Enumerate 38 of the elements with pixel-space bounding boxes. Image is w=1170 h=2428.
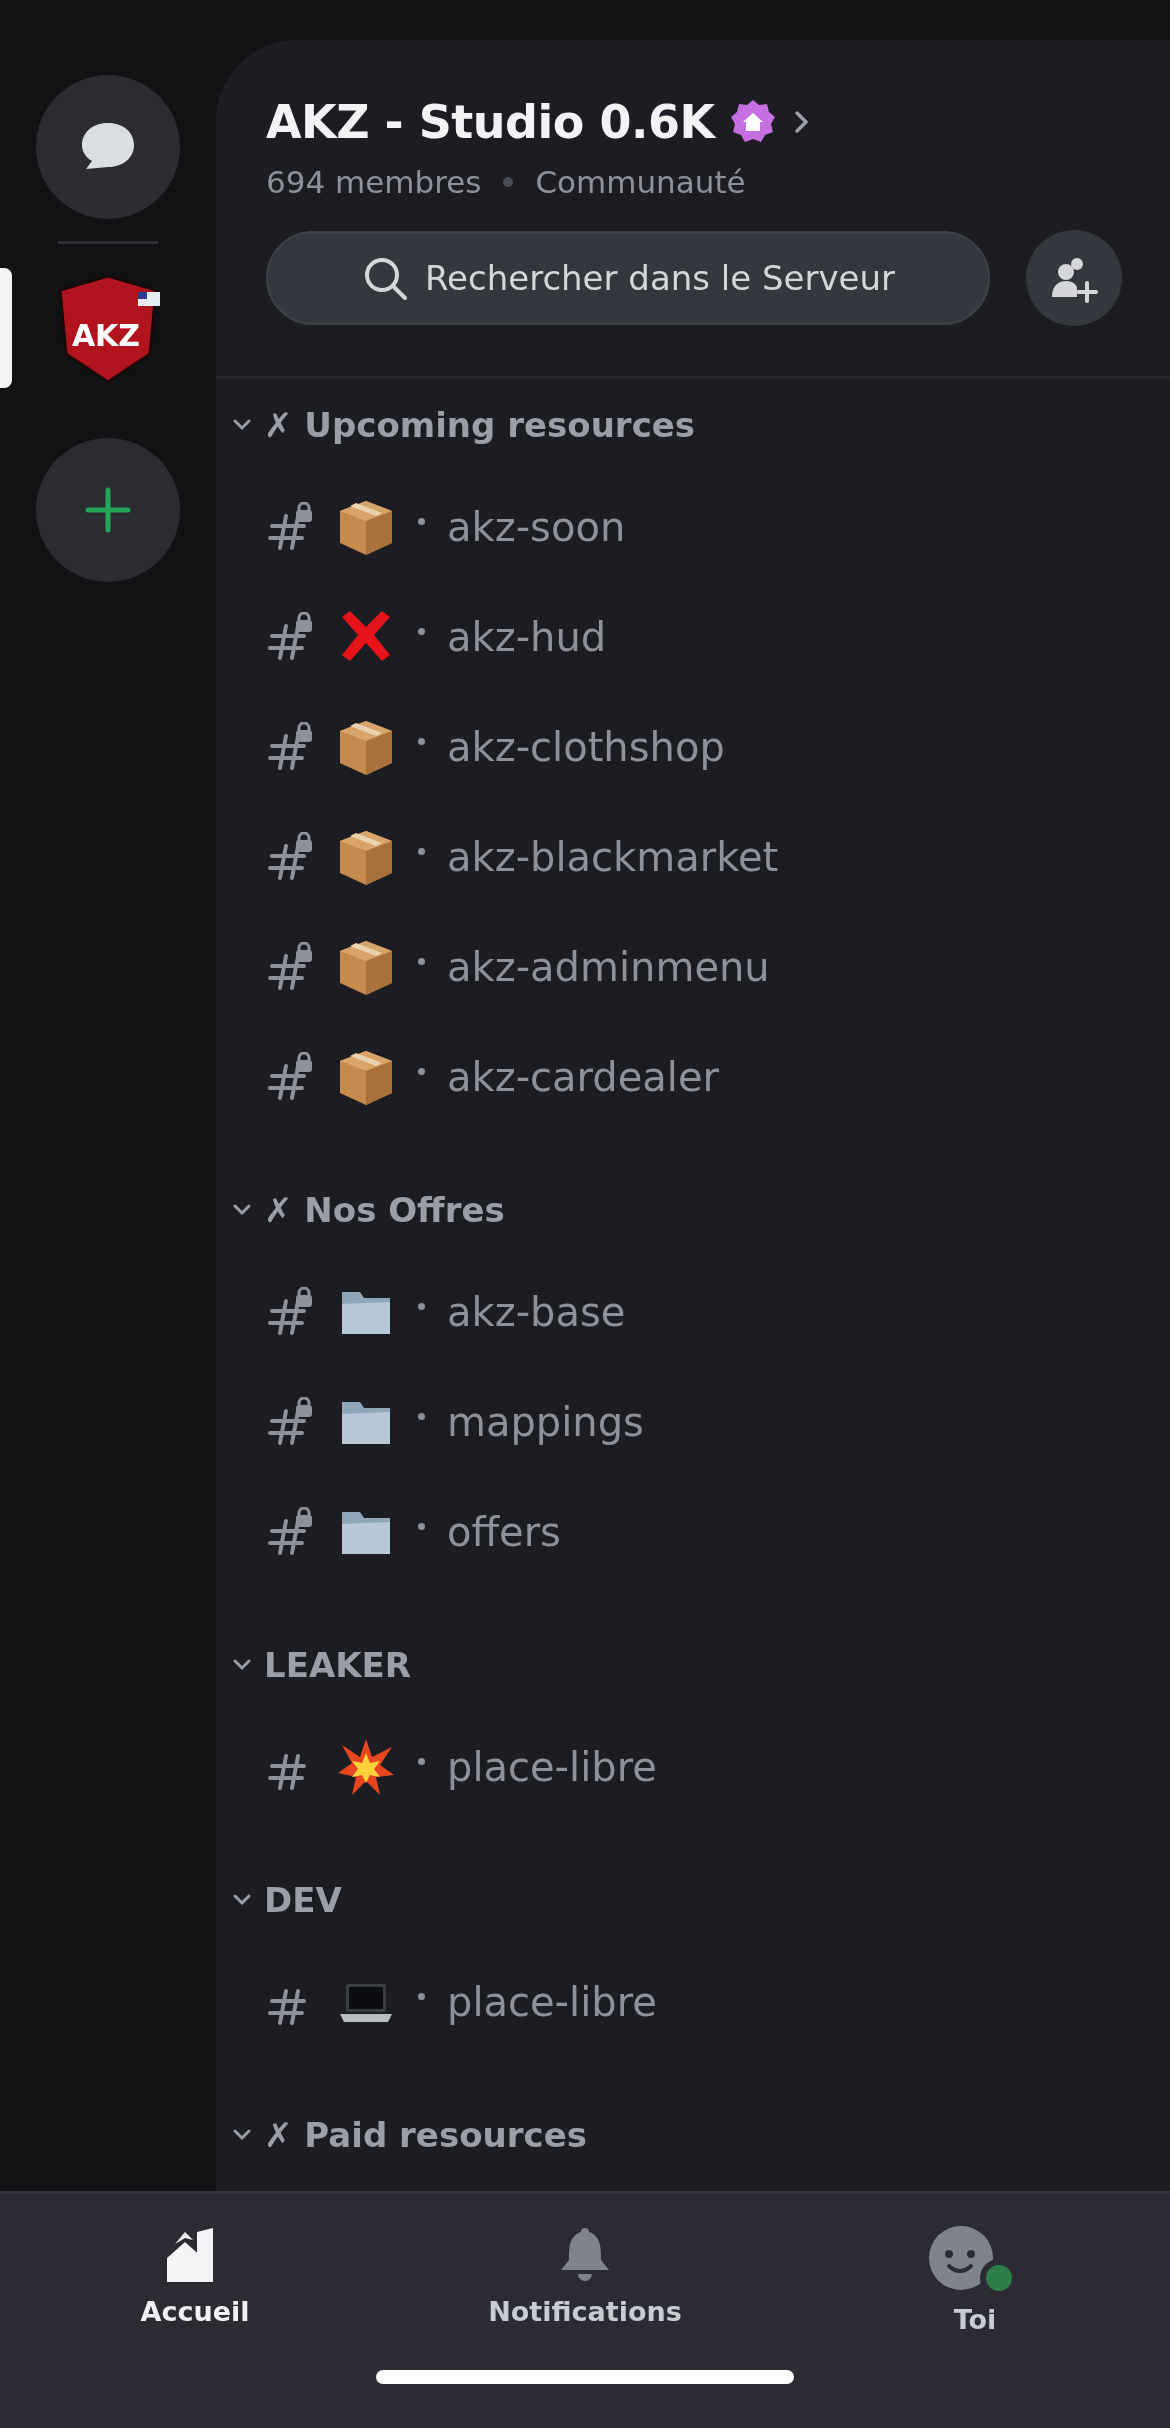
channel-item[interactable]: akz-cardealer (216, 1022, 720, 1132)
separator-dot (418, 1412, 425, 1420)
separator-dot (418, 1757, 425, 1765)
channel-item[interactable]: akz-soon (216, 472, 626, 582)
nav-tab[interactable]: Toi (825, 2223, 1125, 2336)
category-header[interactable]: LEAKER (216, 1627, 411, 1703)
plus-icon (84, 486, 132, 534)
member-count: 694 membres (266, 164, 482, 200)
channel-item[interactable]: offers (216, 1477, 561, 1587)
channel-item[interactable]: place-libre (216, 1947, 657, 2057)
separator-dot (418, 957, 425, 965)
channel-item[interactable]: akz-clothshop (216, 692, 725, 802)
search-field[interactable]: Rechercher dans le Serveur (266, 231, 990, 325)
separator-dot (418, 1067, 425, 1075)
separator-dot (418, 737, 425, 745)
category-header[interactable]: DEV (216, 1862, 342, 1938)
nav-tab[interactable]: Accueil (45, 2223, 345, 2336)
separator-dot (418, 1302, 425, 1310)
server-type: Communauté (535, 164, 746, 200)
separator-dot (503, 177, 514, 187)
channel-item[interactable]: akz-hud (216, 582, 607, 692)
channel-item[interactable]: place-libre (216, 1712, 657, 1822)
avatar-icon (929, 2226, 993, 2290)
channel-item[interactable]: akz-blackmarket (216, 802, 779, 912)
separator-dot (418, 1522, 425, 1530)
separator-dot (418, 517, 425, 525)
server-name: AKZ - Studio 0.6K (266, 95, 715, 149)
channel-item[interactable]: akz-base (216, 1257, 626, 1367)
channel-item[interactable]: mappings (216, 1367, 644, 1477)
separator-dot (418, 1992, 425, 2000)
separator-dot (418, 627, 425, 635)
category-header[interactable]: ✗ Nos Offres (216, 1172, 505, 1248)
nav-tab[interactable]: Notifications (435, 2223, 735, 2336)
category-header[interactable]: ✗ Upcoming resources (216, 387, 696, 463)
channel-item[interactable]: akz-adminmenu (216, 912, 770, 1022)
category-header[interactable]: ✗ Paid resources (216, 2097, 587, 2173)
separator-dot (418, 847, 425, 855)
explosion-icon (336, 1737, 396, 1797)
